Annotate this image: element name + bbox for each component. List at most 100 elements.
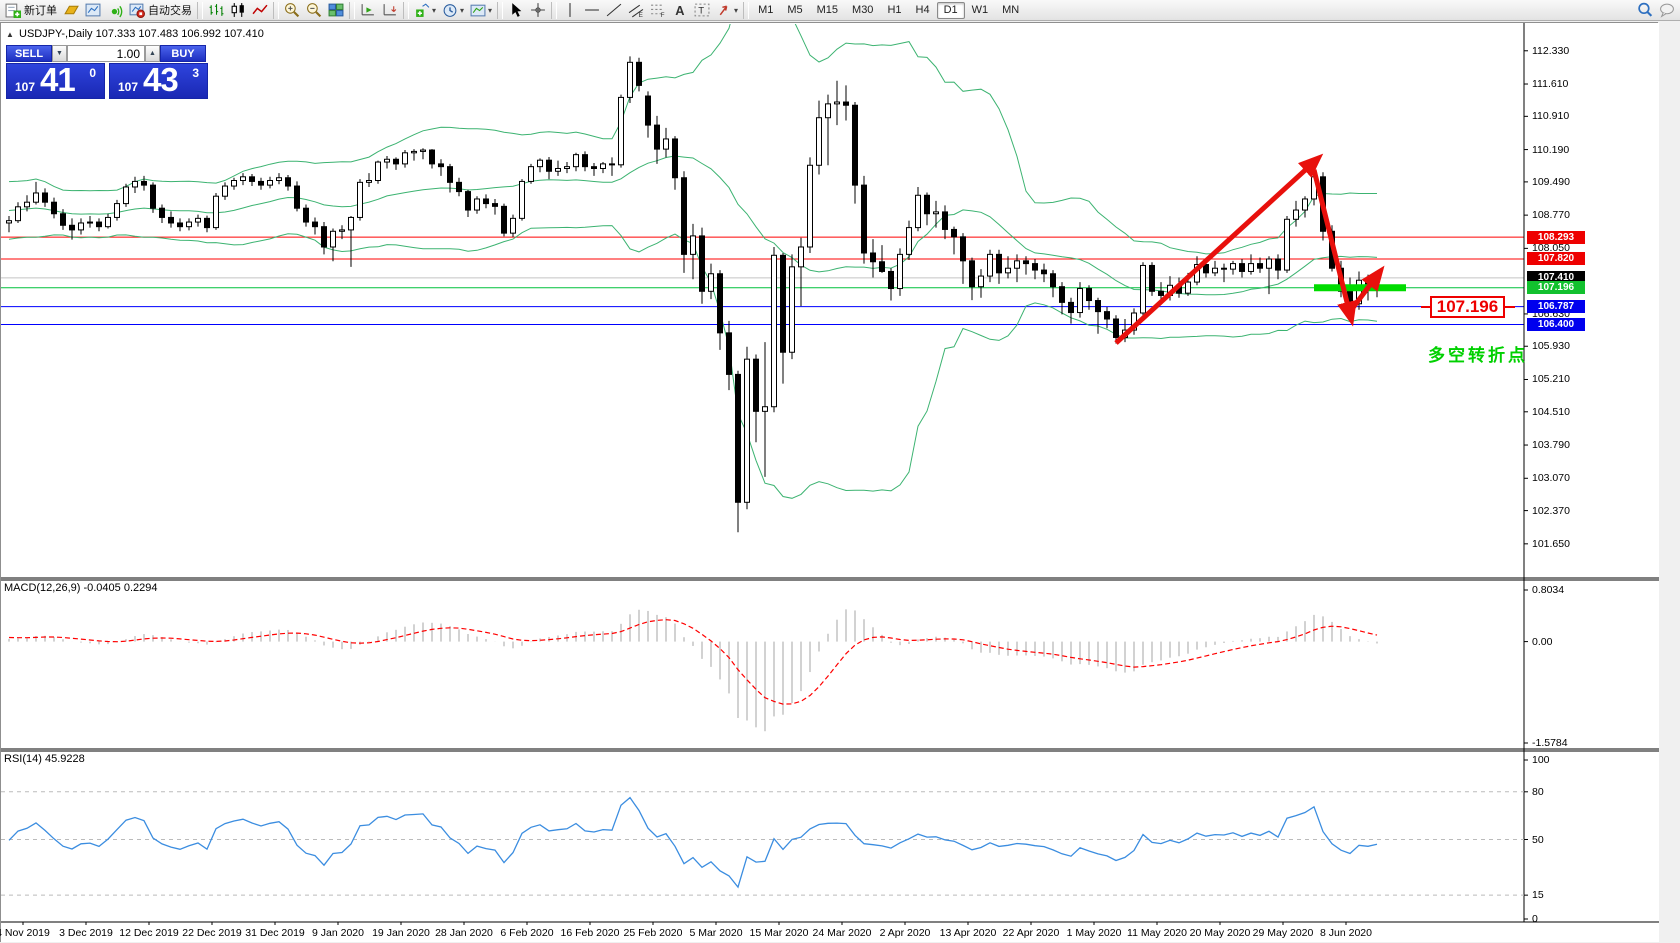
one-click-trading-panel: SELL ▼ ▲ BUY 107 41 0 107 43 3 <box>6 45 208 99</box>
chat-button[interactable] <box>1656 1 1678 20</box>
date-tick: 11 May 2020 <box>1127 927 1187 939</box>
trend-line-button[interactable] <box>603 1 625 20</box>
auto-scroll-button[interactable] <box>379 1 401 20</box>
chart-window[interactable]: ▲ USDJPY-,Daily 107.333 107.483 106.992 … <box>0 22 1659 942</box>
charts-button[interactable] <box>82 1 104 20</box>
rsi-tick: 80 <box>1532 785 1544 798</box>
timeframe-m30-button[interactable]: M30 <box>845 2 880 19</box>
sell-price-base: 107 <box>15 80 36 94</box>
macd-label: MACD(12,26,9) -0.0405 0.2294 <box>4 582 158 594</box>
price-badge: 106.787 <box>1527 300 1585 314</box>
volume-decrease-button[interactable]: ▼ <box>52 45 67 62</box>
chevron-down-icon: ▾ <box>488 5 493 15</box>
date-tick: 4 Nov 2019 <box>0 927 50 939</box>
fibonacci-button[interactable]: F <box>647 1 669 20</box>
templates-button[interactable]: ▾ <box>467 1 495 20</box>
sell-price-display[interactable]: 107 41 0 <box>6 61 105 99</box>
tile-windows-icon <box>328 3 344 17</box>
signals-button[interactable] <box>104 1 126 20</box>
line-chart-button[interactable] <box>249 1 271 20</box>
turning-point-text[interactable]: 多空转折点 <box>1428 341 1528 366</box>
equidistant-channel-button[interactable]: E <box>625 1 647 20</box>
rsi-pane[interactable] <box>1 751 1524 922</box>
price-badge: 106.400 <box>1527 318 1585 332</box>
rsi-tick: 15 <box>1532 889 1544 902</box>
price-badge: 108.293 <box>1527 230 1585 244</box>
arrows-button[interactable]: ▾ <box>713 1 741 20</box>
buy-price-pips: 43 <box>143 61 179 98</box>
crosshair-icon <box>531 3 545 17</box>
timeframe-m1-button[interactable]: M1 <box>751 2 780 19</box>
volume-input[interactable] <box>67 45 145 62</box>
new-order-icon <box>5 3 21 18</box>
zoom-out-icon <box>307 3 322 18</box>
new-order-label: 新订单 <box>24 5 57 17</box>
sell-button[interactable]: SELL <box>6 45 52 62</box>
horizontal-line-button[interactable] <box>581 1 603 20</box>
timeframe-mn-button[interactable]: MN <box>995 2 1026 19</box>
price-tick: 103.790 <box>1532 439 1570 452</box>
vertical-line-button[interactable] <box>559 1 581 20</box>
date-tick: 31 Dec 2019 <box>245 927 305 939</box>
timeframe-m15-button[interactable]: M15 <box>810 2 845 19</box>
zoom-in-icon <box>285 3 300 18</box>
line-chart-icon <box>252 4 268 15</box>
chart-shift-icon <box>361 4 374 16</box>
auto-trading-button[interactable]: 自动交易 <box>126 1 195 20</box>
volume-increase-button[interactable]: ▲ <box>145 45 160 62</box>
macd-tick: 0.00 <box>1532 635 1553 648</box>
bars-chart-button[interactable] <box>205 1 227 20</box>
indicators-icon <box>416 3 430 17</box>
crosshair-button[interactable] <box>527 1 549 20</box>
profiles-button[interactable] <box>60 1 82 20</box>
buy-price-display[interactable]: 107 43 3 <box>109 61 208 99</box>
signals-icon <box>111 5 123 18</box>
text-icon: A <box>675 3 684 18</box>
toolbar-separator <box>349 1 355 19</box>
svg-text:A: A <box>675 3 684 18</box>
cursor-button[interactable] <box>505 1 527 20</box>
timeframe-w1-button[interactable]: W1 <box>965 2 996 19</box>
price-annotation-label[interactable]: 107.196 <box>1430 296 1505 318</box>
price-tick: 110.190 <box>1532 143 1570 156</box>
timeframe-m5-button[interactable]: M5 <box>780 2 809 19</box>
date-tick: 1 May 2020 <box>1066 927 1122 939</box>
date-tick: 22 Dec 2019 <box>182 927 242 939</box>
date-tick: 28 Jan 2020 <box>435 927 493 939</box>
collapse-one-click-icon[interactable]: ▲ <box>6 30 14 39</box>
buy-button[interactable]: BUY <box>160 45 206 62</box>
text-label-button[interactable]: T <box>691 1 713 20</box>
indicators-button[interactable]: ▾ <box>411 1 439 20</box>
chart-shift-button[interactable] <box>357 1 379 20</box>
text-button[interactable]: A <box>669 1 691 20</box>
date-tick: 24 Mar 2020 <box>812 927 872 939</box>
svg-text:T: T <box>698 6 704 17</box>
trend-line-icon <box>606 3 622 17</box>
bars-chart-icon <box>209 4 224 16</box>
periods-button[interactable]: ▾ <box>439 1 467 20</box>
toolbar-separator <box>743 1 750 19</box>
zoom-in-button[interactable] <box>281 1 303 20</box>
new-order-button[interactable]: 新订单 <box>2 1 60 20</box>
main-chart-pane[interactable] <box>1 23 1524 579</box>
date-tick: 29 May 2020 <box>1252 927 1314 939</box>
macd-pane[interactable] <box>1 580 1524 750</box>
svg-text:E: E <box>639 12 643 18</box>
timeframe-h4-button[interactable]: H4 <box>909 2 937 19</box>
search-button[interactable] <box>1634 1 1656 20</box>
zoom-out-button[interactable] <box>303 1 325 20</box>
price-tick: 112.330 <box>1532 44 1570 57</box>
price-tick: 109.490 <box>1532 175 1570 188</box>
horizontal-line-icon <box>585 9 599 11</box>
rsi-tick: 0 <box>1532 913 1538 925</box>
main-toolbar: 新订单 自动交易 ▾ ▾ ▾ E F A T ▾ M1 M5 M15 M30 H1 H4 D1 W1 MN <box>0 0 1680 21</box>
macd-tick: 0.8034 <box>1532 583 1565 596</box>
date-tick: 6 Feb 2020 <box>500 927 554 939</box>
timeframe-h1-button[interactable]: H1 <box>880 2 908 19</box>
date-tick: 2 Apr 2020 <box>879 927 931 939</box>
timeframe-d1-button[interactable]: D1 <box>936 1 965 19</box>
auto-scroll-icon <box>383 4 397 16</box>
tile-windows-button[interactable] <box>325 1 347 20</box>
date-tick: 8 Jun 2020 <box>1320 927 1372 939</box>
candlestick-chart-button[interactable] <box>227 1 249 20</box>
